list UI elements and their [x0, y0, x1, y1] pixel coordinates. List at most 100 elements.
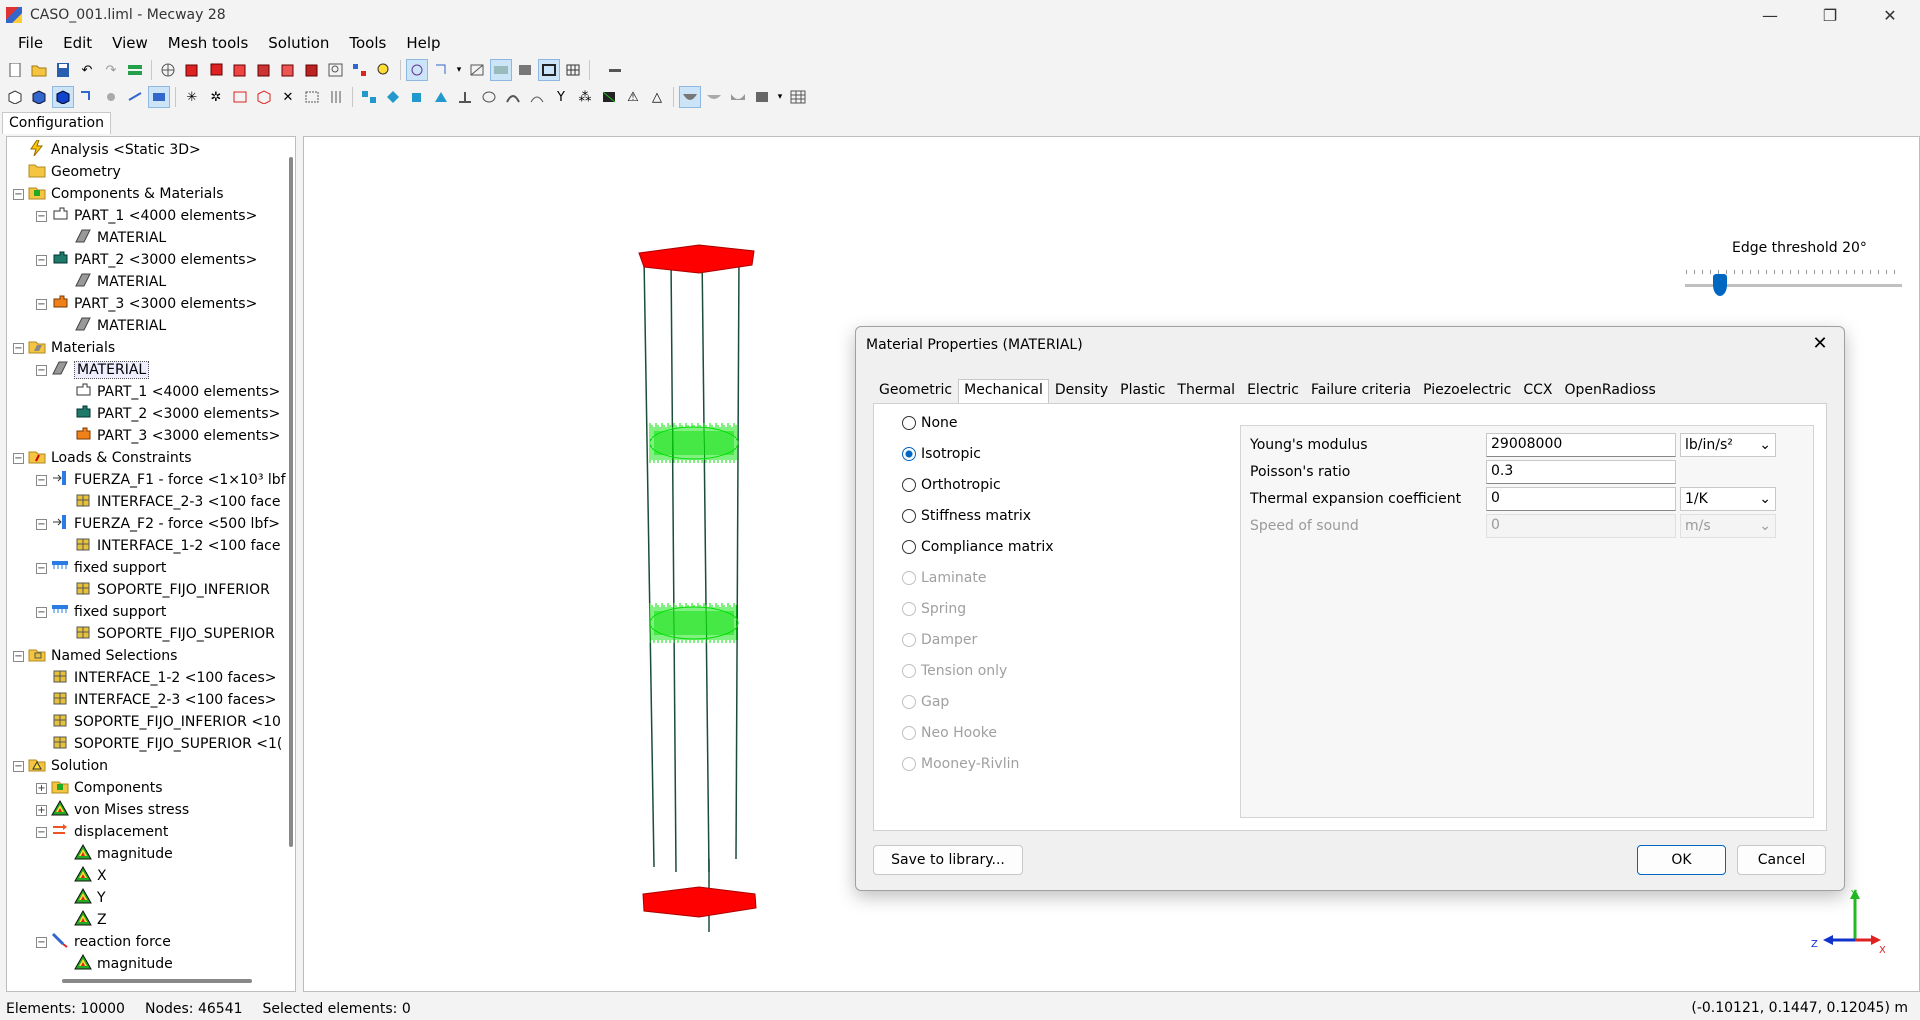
rotate-icon[interactable] [382, 86, 404, 108]
bowl-icon[interactable] [679, 86, 701, 108]
tree-item[interactable]: − fixed support [36, 557, 166, 579]
tree-item[interactable]: − PART_3 <3000 elements> [36, 293, 257, 315]
tree-item[interactable]: Z [59, 909, 107, 931]
radio-compliance-matrix[interactable]: Compliance matrix [902, 537, 1054, 557]
mesh-triangle-icon[interactable] [598, 86, 620, 108]
collapse-toggle-icon[interactable]: − [36, 254, 47, 266]
curved-surface-icon[interactable] [727, 86, 749, 108]
select-elements-icon[interactable] [28, 86, 50, 108]
ok-button[interactable]: OK [1637, 845, 1726, 875]
extrude-icon[interactable] [454, 86, 476, 108]
tree-item[interactable]: INTERFACE_1-2 <100 faces> [36, 667, 277, 689]
scale-icon[interactable] [406, 86, 428, 108]
tree-item[interactable]: PART_3 <3000 elements> [59, 425, 280, 447]
lasso-select-icon[interactable] [124, 86, 146, 108]
tree-item[interactable]: − fixed support [36, 601, 166, 623]
block-icon[interactable] [751, 86, 773, 108]
wireframe-icon[interactable] [466, 59, 488, 81]
rectangle-icon[interactable] [229, 86, 251, 108]
tree-item[interactable]: + Components [36, 777, 163, 799]
dropdown-arrow-2-icon[interactable]: ▾ [775, 86, 785, 108]
radio-orthotropic[interactable]: Orthotropic [902, 475, 1001, 495]
poissons-ratio-input[interactable]: 0.3 [1486, 460, 1676, 484]
view-right-icon[interactable] [253, 59, 275, 81]
menu-file[interactable]: File [10, 34, 55, 52]
dialog-close-button[interactable]: ✕ [1808, 333, 1832, 357]
split-icon[interactable] [325, 86, 347, 108]
radio-stiffness-matrix[interactable]: Stiffness matrix [902, 506, 1031, 526]
tree-item[interactable]: INTERFACE_2-3 <100 faces> [36, 689, 277, 711]
tree-item[interactable]: PART_1 <4000 elements> [59, 381, 280, 403]
menu-help[interactable]: Help [398, 34, 452, 52]
tree-item[interactable]: − PART_2 <3000 elements> [36, 249, 257, 271]
collapse-toggle-icon[interactable]: − [36, 606, 47, 618]
tet-mesh-icon[interactable]: ⚠ [622, 86, 644, 108]
box-select-icon[interactable] [148, 86, 170, 108]
star-nodes-icon[interactable]: ✲ [205, 86, 227, 108]
edges-icon[interactable] [538, 59, 560, 81]
surface-icon[interactable] [703, 86, 725, 108]
collapse-toggle-icon[interactable]: − [36, 298, 47, 310]
layers-icon[interactable] [124, 59, 146, 81]
refine-icon[interactable]: ⁂ [574, 86, 596, 108]
view-bottom-icon[interactable] [301, 59, 323, 81]
tree-horizontal-scrollbar[interactable] [62, 979, 252, 983]
view-front-icon[interactable] [181, 59, 203, 81]
open-folder-icon[interactable] [28, 59, 50, 81]
tree-item[interactable]: INTERFACE_1-2 <100 face [59, 535, 280, 557]
thermal-expansion-input[interactable]: 0 [1486, 487, 1676, 511]
tree-item[interactable]: − Named Selections [13, 645, 177, 667]
collapse-toggle-icon[interactable]: − [13, 452, 24, 464]
collapse-toggle-icon[interactable]: − [13, 760, 24, 772]
shaded-icon[interactable] [490, 59, 512, 81]
tree-item[interactable]: − Loads & Constraints [13, 447, 192, 469]
view-top-icon[interactable] [277, 59, 299, 81]
cancel-button[interactable]: Cancel [1737, 845, 1826, 875]
view-left-icon[interactable] [229, 59, 251, 81]
select-nodes-icon[interactable] [4, 86, 26, 108]
youngs-modulus-unit-select[interactable]: lb/in/s² ⌄ [1680, 433, 1776, 457]
fit-view-icon[interactable] [349, 59, 371, 81]
select-faces-icon[interactable] [52, 86, 74, 108]
brush-select-icon[interactable] [100, 86, 122, 108]
shrink-icon[interactable] [301, 86, 323, 108]
tab-electric[interactable]: Electric [1241, 379, 1305, 403]
save-to-library-button[interactable]: Save to library... [873, 845, 1023, 875]
tree-item[interactable]: − displacement [36, 821, 168, 843]
tree-item[interactable]: + von Mises stress [36, 799, 189, 821]
new-file-icon[interactable] [4, 59, 26, 81]
collapse-toggle-icon[interactable]: − [36, 518, 47, 530]
tab-plastic[interactable]: Plastic [1114, 379, 1171, 403]
tree-item[interactable]: MATERIAL [59, 271, 166, 293]
tree-item[interactable]: Geometry [13, 161, 121, 183]
collapse-toggle-icon[interactable]: − [36, 210, 47, 222]
minimize-button[interactable]: — [1740, 0, 1800, 30]
mesh-sphere-icon[interactable] [157, 59, 179, 81]
tree-item[interactable]: − MATERIAL [36, 359, 150, 381]
tree-item[interactable]: − FUERZA_F2 - force <500 lbf> [36, 513, 280, 535]
menu-view[interactable]: View [104, 34, 160, 52]
tree-item[interactable]: INTERFACE_2-3 <100 face [59, 491, 280, 513]
cube-outline-icon[interactable] [253, 86, 275, 108]
view-back-icon[interactable] [205, 59, 227, 81]
collapse-toggle-icon[interactable]: − [36, 474, 47, 486]
youngs-modulus-input[interactable]: 29008000 [1486, 433, 1676, 457]
tree-item[interactable]: MATERIAL [59, 315, 166, 337]
thermal-unit-select[interactable]: 1/K ⌄ [1680, 487, 1776, 511]
tab-density[interactable]: Density [1049, 379, 1114, 403]
tree-item[interactable]: − reaction force [36, 931, 171, 953]
line-width-icon[interactable] [595, 59, 635, 81]
table-icon[interactable] [787, 86, 809, 108]
tab-thermal[interactable]: Thermal [1171, 379, 1241, 403]
collapse-toggle-icon[interactable]: − [36, 936, 47, 948]
delete-icon[interactable]: ✕ [277, 86, 299, 108]
tab-configuration[interactable]: Configuration [2, 112, 111, 134]
tree-item[interactable]: magnitude [59, 843, 173, 865]
expand-toggle-icon[interactable]: + [36, 782, 47, 794]
collapse-toggle-icon[interactable]: − [36, 562, 47, 574]
mesh-icon[interactable] [562, 59, 584, 81]
loft-icon[interactable] [526, 86, 548, 108]
expand-toggle-icon[interactable]: + [36, 804, 47, 816]
tree-item[interactable]: SOPORTE_FIJO_SUPERIOR <1( [36, 733, 282, 755]
menu-edit[interactable]: Edit [55, 34, 104, 52]
